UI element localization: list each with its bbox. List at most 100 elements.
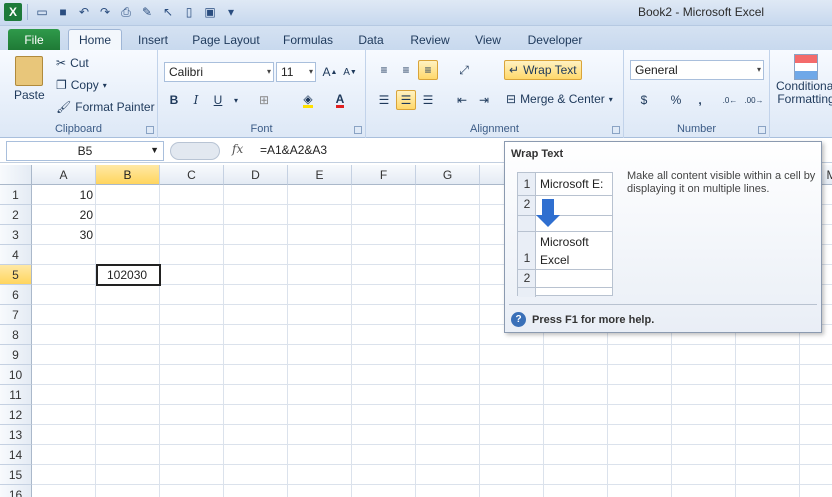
fill-color-icon[interactable]: ◈ <box>298 90 318 110</box>
row-header-3[interactable]: 3 <box>0 225 32 245</box>
format-painter-button[interactable]: 🖌 Format Painter <box>56 100 155 114</box>
undo-icon[interactable]: ↶ <box>75 3 93 21</box>
grid-col-line <box>159 185 160 497</box>
column-header-b[interactable]: B <box>96 165 160 185</box>
row-header-1[interactable]: 1 <box>0 185 32 205</box>
print-preview-icon[interactable]: ⎙ <box>117 3 135 21</box>
wrap-text-button[interactable]: ↵ Wrap Text <box>504 60 582 80</box>
grow-font-icon[interactable]: A ▲ <box>320 62 340 82</box>
row-header-5[interactable]: 5 <box>0 265 32 285</box>
tab-review[interactable]: Review <box>402 29 458 50</box>
tab-home[interactable]: Home <box>68 29 122 50</box>
orientation-icon[interactable]: ⤢ <box>454 60 474 80</box>
fx-icon[interactable]: fx <box>232 142 243 156</box>
align-top-icon[interactable]: ≡ <box>374 60 394 80</box>
paste-button[interactable]: Paste <box>14 56 45 102</box>
column-header-g[interactable]: G <box>416 165 480 185</box>
grid-row-line <box>32 364 832 365</box>
example-row-label: 1 <box>523 251 531 265</box>
example-line <box>518 269 612 270</box>
name-box[interactable]: B5 ▼ <box>6 141 164 161</box>
select-icon[interactable]: ↖ <box>159 3 177 21</box>
italic-icon[interactable]: I <box>186 90 206 110</box>
dialog-launcher-icon[interactable] <box>612 126 620 134</box>
borders-icon[interactable]: ⊞ <box>254 90 274 110</box>
dialog-launcher-icon[interactable] <box>758 126 766 134</box>
select-all-corner[interactable] <box>0 165 32 185</box>
arrow-head <box>536 215 560 227</box>
align-left-icon[interactable]: ☰ <box>374 90 394 110</box>
align-bottom-icon[interactable]: ≡ <box>418 60 438 80</box>
row-header-15[interactable]: 15 <box>0 465 32 485</box>
cell-a1[interactable]: 10 <box>33 185 96 205</box>
cell-a3[interactable]: 30 <box>33 225 96 245</box>
column-header-a[interactable]: A <box>32 165 96 185</box>
grid-col-line <box>479 185 480 497</box>
tab-view[interactable]: View <box>466 29 510 50</box>
decrease-decimal-icon[interactable]: .00→ <box>742 90 766 110</box>
excel-logo-icon[interactable]: X <box>4 3 22 21</box>
align-middle-icon[interactable]: ≡ <box>396 60 416 80</box>
row-header-7[interactable]: 7 <box>0 305 32 325</box>
column-header-d[interactable]: D <box>224 165 288 185</box>
row-header-10[interactable]: 10 <box>0 365 32 385</box>
cell-b5[interactable]: 102030 <box>96 264 161 286</box>
increase-indent-icon[interactable]: ⇥ <box>474 90 494 110</box>
number-format-select[interactable]: General ▾ <box>630 60 764 80</box>
percent-icon[interactable]: % <box>666 90 686 110</box>
format-painter-label: Format Painter <box>75 100 155 114</box>
comma-icon[interactable]: , <box>690 90 710 110</box>
row-header-14[interactable]: 14 <box>0 445 32 465</box>
underline-icon[interactable]: U <box>208 90 228 110</box>
paint-icon[interactable]: ✎ <box>138 3 156 21</box>
paste-icon <box>15 56 44 86</box>
row-header-13[interactable]: 13 <box>0 425 32 445</box>
new-document-icon[interactable]: ▯ <box>180 3 198 21</box>
bold-icon[interactable]: B <box>164 90 184 110</box>
align-right-icon[interactable]: ☰ <box>418 90 438 110</box>
chevron-down-icon[interactable]: ▾ <box>226 90 246 110</box>
font-size-select[interactable]: 11 ▾ <box>276 62 316 82</box>
save-icon[interactable]: ■ <box>54 3 72 21</box>
formula-bar-divider[interactable] <box>170 142 220 160</box>
align-center-icon[interactable]: ☰ <box>396 90 416 110</box>
column-header-c[interactable]: C <box>160 165 224 185</box>
column-header-e[interactable]: E <box>288 165 352 185</box>
decrease-indent-icon[interactable]: ⇤ <box>452 90 472 110</box>
wrap-text-tooltip: Wrap Text 1 Microsoft E: 2 Microsoft Exc… <box>504 141 822 333</box>
open-icon[interactable]: ▭ <box>33 3 51 21</box>
merge-center-button[interactable]: ⊟ Merge & Center ▾ <box>506 92 613 106</box>
row-header-8[interactable]: 8 <box>0 325 32 345</box>
row-header-9[interactable]: 9 <box>0 345 32 365</box>
font-color-icon[interactable]: A <box>330 90 350 110</box>
formula-input[interactable]: =A1&A2&A3 <box>260 143 327 157</box>
column-header-f[interactable]: F <box>352 165 416 185</box>
cut-button[interactable]: ✂ Cut <box>56 56 89 70</box>
example-line <box>518 195 612 196</box>
tab-formulas[interactable]: Formulas <box>276 29 340 50</box>
tab-file[interactable]: File <box>8 29 60 50</box>
shrink-font-icon[interactable]: A ▼ <box>340 62 360 82</box>
redo-icon[interactable]: ↷ <box>96 3 114 21</box>
tab-insert[interactable]: Insert <box>130 29 176 50</box>
customize-qat-icon[interactable]: ▾ <box>222 3 240 21</box>
tab-data[interactable]: Data <box>350 29 392 50</box>
row-header-16[interactable]: 16 <box>0 485 32 497</box>
dialog-launcher-icon[interactable] <box>354 126 362 134</box>
row-header-11[interactable]: 11 <box>0 385 32 405</box>
tab-developer[interactable]: Developer <box>518 29 592 50</box>
cell-a2[interactable]: 20 <box>33 205 96 225</box>
row-header-2[interactable]: 2 <box>0 205 32 225</box>
number-group: General ▾ $ % , .0← .00→ Number <box>624 50 770 138</box>
copy-button[interactable]: ❐ Copy ▾ <box>56 78 107 92</box>
currency-icon[interactable]: $ <box>634 90 654 110</box>
row-header-12[interactable]: 12 <box>0 405 32 425</box>
camera-icon[interactable]: ▣ <box>201 3 219 21</box>
conditional-formatting-button[interactable]: Conditional Formatting <box>776 54 832 106</box>
tab-page-layout[interactable]: Page Layout <box>186 29 266 50</box>
dialog-launcher-icon[interactable] <box>146 126 154 134</box>
font-name-select[interactable]: Calibri ▾ <box>164 62 274 82</box>
increase-decimal-icon[interactable]: .0← <box>718 90 742 110</box>
row-header-6[interactable]: 6 <box>0 285 32 305</box>
row-header-4[interactable]: 4 <box>0 245 32 265</box>
